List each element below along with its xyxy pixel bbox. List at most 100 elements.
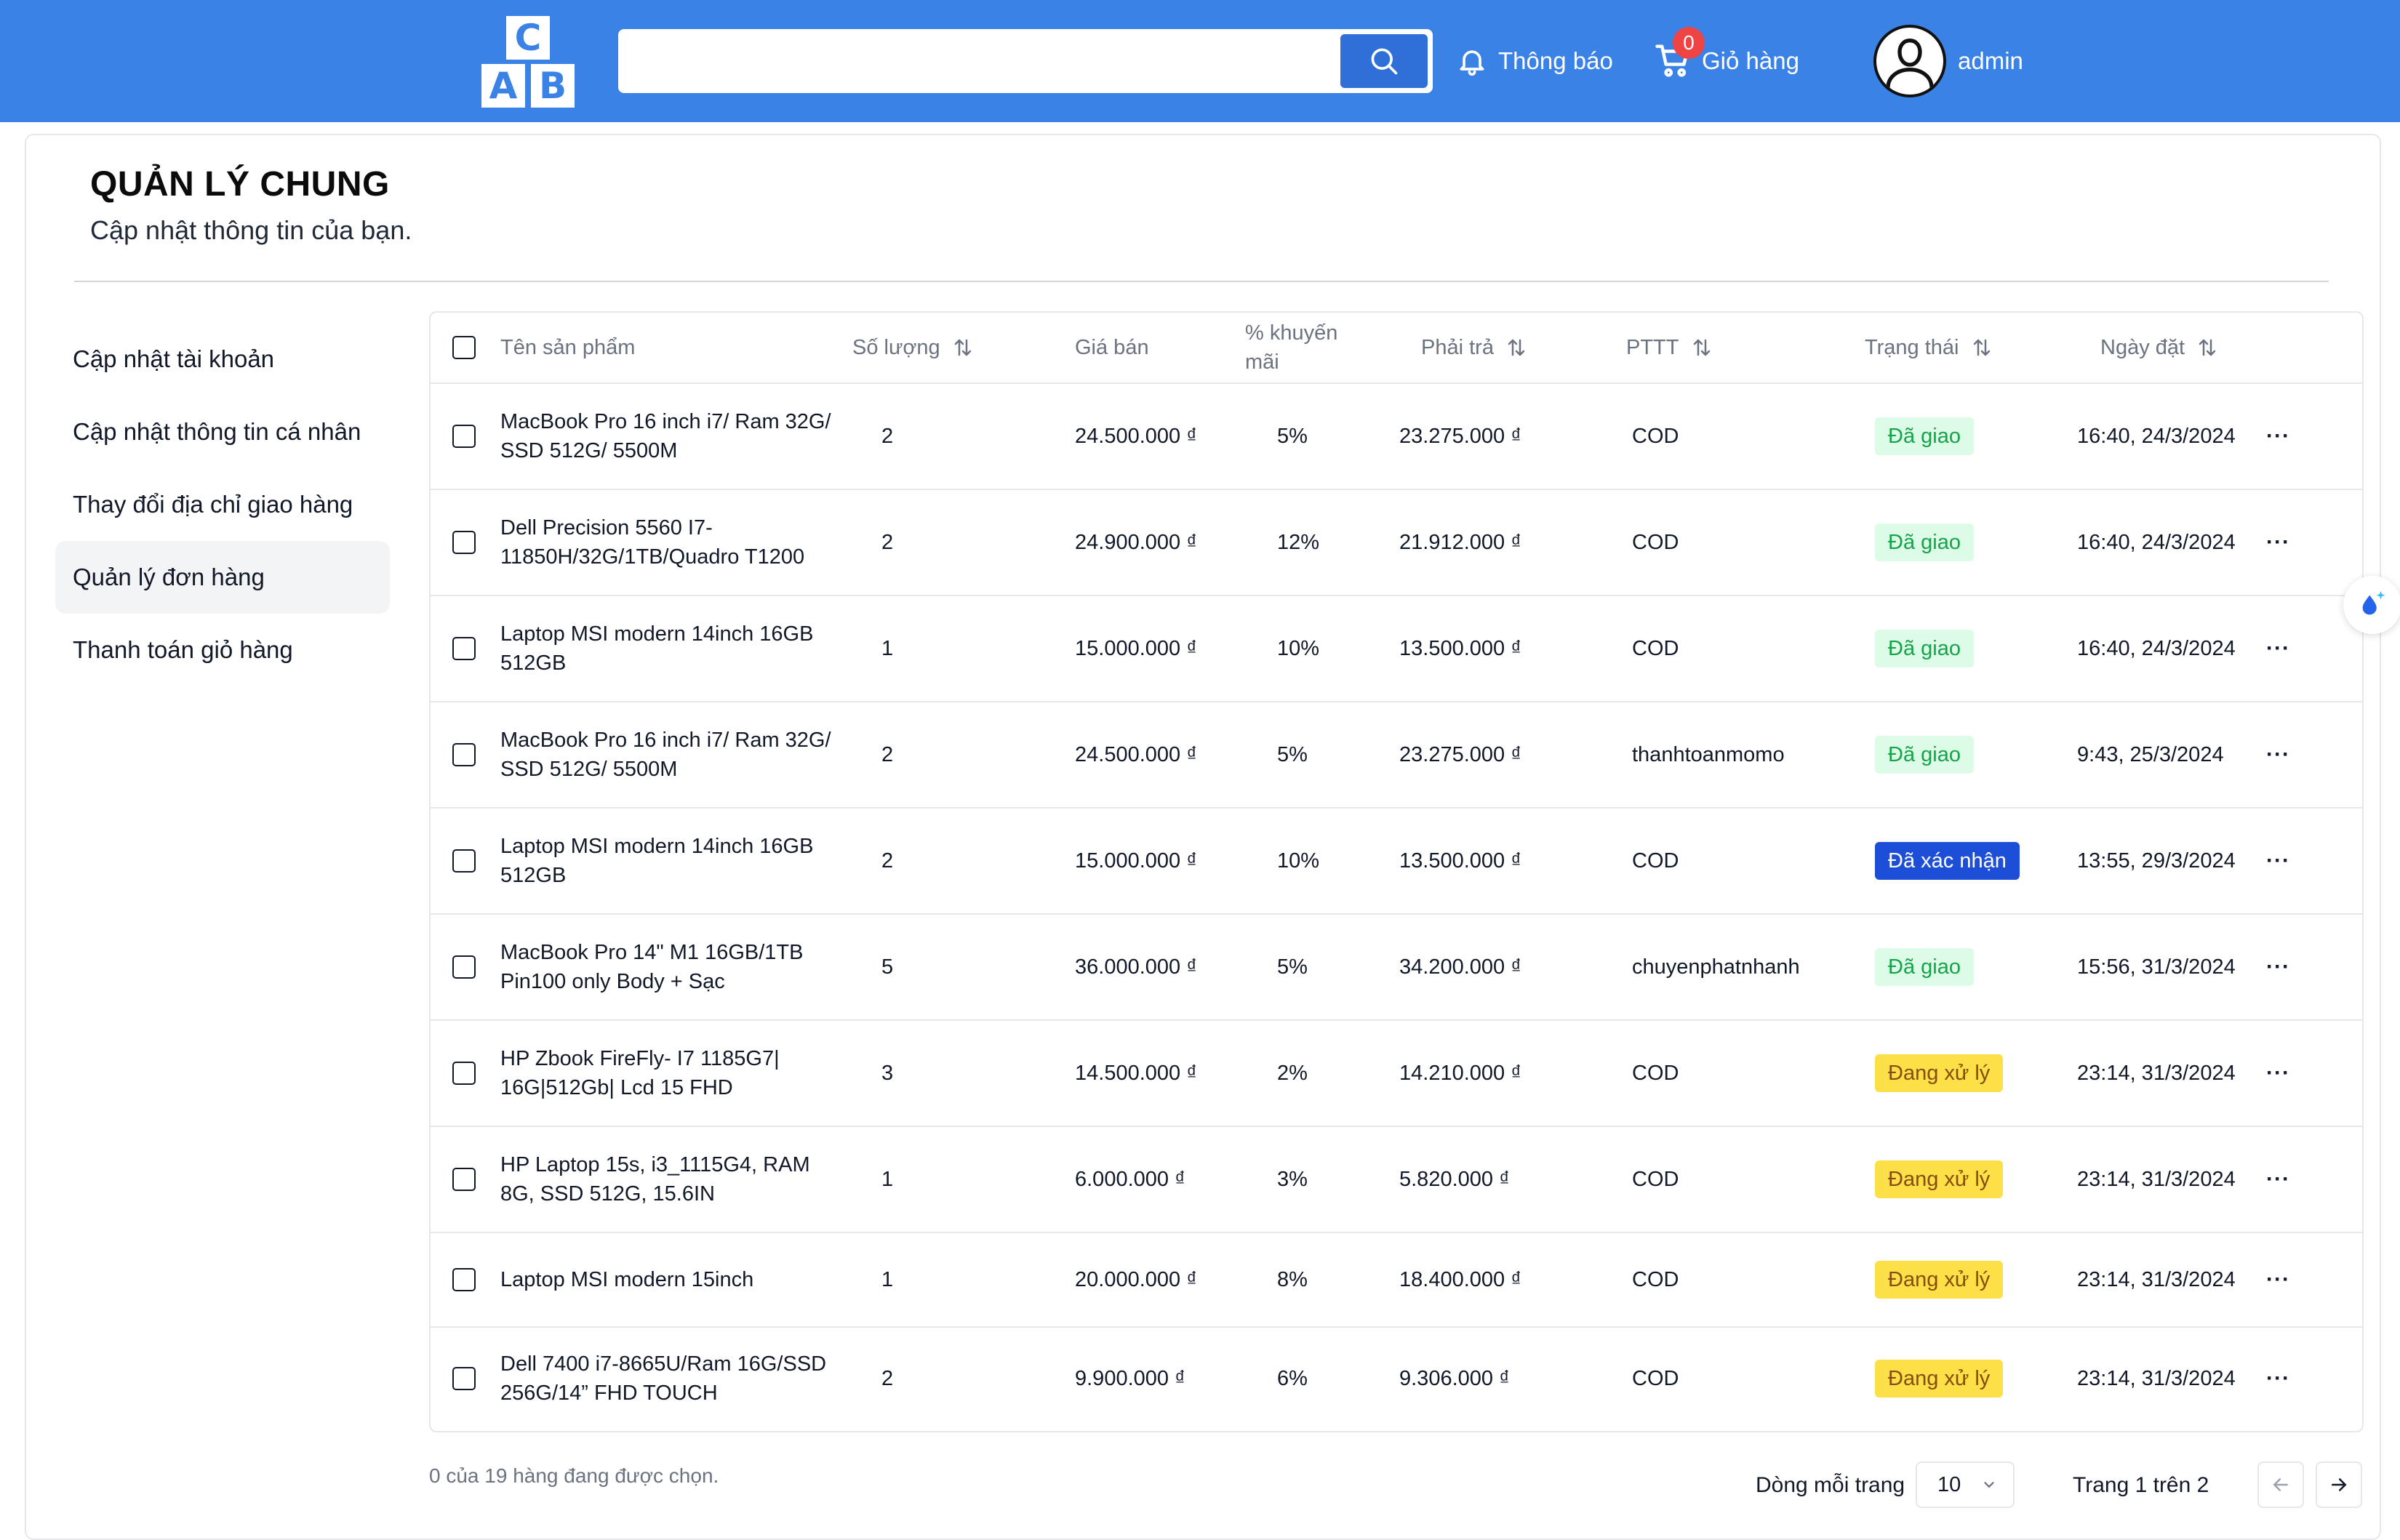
unit-price: 24.500.000 ₫ (1075, 424, 1198, 448)
unit-price: 24.900.000 ₫ (1075, 530, 1198, 554)
row-checkbox[interactable] (452, 637, 476, 660)
product-name: Dell Precision 5560 I7-11850H/32G/1TB/Qu… (500, 516, 805, 569)
select-all-checkbox[interactable] (452, 336, 476, 359)
col-header-pay: Phải trả (1421, 335, 1494, 359)
sidebar-menu: Cập nhật tài khoản Cập nhật thông tin cá… (55, 323, 390, 686)
search-button[interactable] (1340, 34, 1428, 88)
row-checkbox[interactable] (452, 531, 476, 554)
quantity: 1 (881, 636, 894, 660)
ellipsis-icon[interactable]: ··· (2266, 1167, 2290, 1192)
payment-method: chuyenphatnhanh (1632, 955, 1800, 979)
status-badge: Đã giao (1875, 417, 1974, 455)
user-menu[interactable]: admin (1873, 25, 2023, 97)
quantity: 2 (881, 742, 894, 766)
status-badge: Đang xử lý (1875, 1160, 2004, 1198)
prev-page-button[interactable] (2257, 1461, 2304, 1508)
ellipsis-icon[interactable]: ··· (2266, 742, 2290, 767)
table-row: MacBook Pro 16 inch i7/ Ram 32G/ SSD 512… (431, 384, 2362, 490)
product-name: HP Laptop 15s, i3_1115G4, RAM 8G, SSD 51… (500, 1153, 810, 1206)
amount-due: 5.820.000 ₫ (1399, 1167, 1510, 1191)
unit-price: 24.500.000 ₫ (1075, 742, 1198, 766)
sidebar-item-update-personal-info[interactable]: Cập nhật thông tin cá nhân (55, 396, 390, 468)
payment-method: COD (1632, 1267, 1679, 1291)
table-row: MacBook Pro 14" M1 16GB/1TB Pin100 only … (431, 915, 2362, 1021)
payment-method: COD (1632, 1366, 1679, 1390)
sort-date-button[interactable] (2196, 337, 2218, 358)
unit-price: 15.000.000 ₫ (1075, 636, 1198, 660)
unit-price: 9.900.000 ₫ (1075, 1366, 1185, 1390)
col-header-qty: Số lượng (852, 335, 940, 359)
ellipsis-icon[interactable]: ··· (2266, 424, 2290, 449)
ellipsis-icon[interactable]: ··· (2266, 530, 2290, 555)
col-header-discount-line1: % khuyến (1245, 321, 1338, 345)
status-badge: Đang xử lý (1875, 1261, 2004, 1299)
ellipsis-icon[interactable]: ··· (2266, 849, 2290, 873)
sidebar-item-cart-payment[interactable]: Thanh toán giỏ hàng (55, 614, 390, 686)
ellipsis-icon[interactable]: ··· (2266, 955, 2290, 979)
order-date: 23:14, 31/3/2024 (2077, 1167, 2236, 1191)
user-name: admin (1958, 47, 2023, 74)
water-drop-sparkle-icon (2362, 590, 2385, 615)
discount: 5% (1277, 742, 1308, 766)
product-name: Dell 7400 i7-8665U/Ram 16G/SSD 256G/14” … (500, 1352, 827, 1405)
sort-status-button[interactable] (1971, 337, 1993, 358)
order-date: 13:55, 29/3/2024 (2077, 849, 2236, 873)
product-name: Laptop MSI modern 14inch 16GB 512GB (500, 622, 814, 675)
table-row: HP Zbook FireFly- I7 1185G7| 16G|512Gb| … (431, 1021, 2362, 1127)
next-page-button[interactable] (2316, 1461, 2362, 1508)
sort-pay-button[interactable] (1505, 337, 1527, 358)
quantity: 2 (881, 1366, 894, 1390)
product-name: MacBook Pro 16 inch i7/ Ram 32G/ SSD 512… (500, 410, 831, 462)
sidebar-item-change-address[interactable]: Thay đổi địa chỉ giao hàng (55, 468, 390, 541)
col-header-name: Tên sản phẩm (500, 335, 636, 359)
top-header-bar: C A B Thông báo 0 Giỏ hàng admin (0, 0, 2400, 122)
site-logo[interactable]: C A B (480, 16, 576, 109)
row-checkbox[interactable] (452, 425, 476, 448)
unit-price: 36.000.000 ₫ (1075, 955, 1198, 979)
sort-qty-button[interactable] (952, 337, 974, 358)
discount: 8% (1277, 1267, 1308, 1291)
order-date: 15:56, 31/3/2024 (2077, 955, 2236, 979)
table-row: Laptop MSI modern 14inch 16GB 512GB 1 15.0… (431, 596, 2362, 702)
table-row: Laptop MSI modern 14inch 16GB 512GB 2 15.0… (431, 809, 2362, 915)
search-icon (1371, 48, 1398, 75)
amount-due: 23.275.000 ₫ (1399, 742, 1522, 766)
selection-info: 0 của 19 hàng đang được chọn. (429, 1464, 719, 1487)
logo-block-b: B (531, 64, 575, 108)
row-checkbox[interactable] (452, 849, 476, 873)
ellipsis-icon[interactable]: ··· (2266, 1366, 2290, 1391)
row-checkbox[interactable] (452, 1062, 476, 1085)
discount: 10% (1277, 849, 1320, 873)
ellipsis-icon[interactable]: ··· (2266, 1267, 2290, 1292)
sort-arrows-icon (1693, 339, 1710, 356)
search-bar (618, 29, 1433, 93)
status-badge: Đang xử lý (1875, 1054, 2004, 1092)
quantity: 2 (881, 530, 894, 554)
cart-link[interactable]: 0 Giỏ hàng (1654, 27, 1799, 84)
sort-arrows-icon (1508, 339, 1525, 356)
row-checkbox[interactable] (452, 743, 476, 766)
row-checkbox[interactable] (452, 1268, 476, 1291)
sort-arrows-icon (2199, 339, 2216, 356)
row-checkbox[interactable] (452, 955, 476, 979)
floating-assistant-button[interactable] (2343, 576, 2400, 634)
ellipsis-icon[interactable]: ··· (2266, 636, 2290, 661)
avatar (1873, 25, 1946, 97)
payment-method: COD (1632, 1061, 1679, 1085)
product-name: Laptop MSI modern 14inch 16GB 512GB (500, 835, 814, 887)
sort-method-button[interactable] (1691, 337, 1713, 358)
amount-due: 23.275.000 ₫ (1399, 424, 1522, 448)
sort-arrows-icon (1973, 339, 1990, 356)
notification-link[interactable]: Thông báo (1456, 38, 1613, 84)
row-checkbox[interactable] (452, 1367, 476, 1390)
rows-per-page-select[interactable]: 10 (1916, 1461, 2015, 1508)
row-checkbox[interactable] (452, 1168, 476, 1191)
ellipsis-icon[interactable]: ··· (2266, 1061, 2290, 1086)
search-input[interactable] (632, 39, 1330, 84)
cart-icon-wrap: 0 (1654, 27, 1705, 81)
status-badge: Đã giao (1875, 736, 1974, 774)
amount-due: 34.200.000 ₫ (1399, 955, 1522, 979)
discount: 5% (1277, 424, 1308, 448)
sidebar-item-order-management[interactable]: Quản lý đơn hàng (55, 541, 390, 614)
sidebar-item-update-account[interactable]: Cập nhật tài khoản (55, 323, 390, 396)
